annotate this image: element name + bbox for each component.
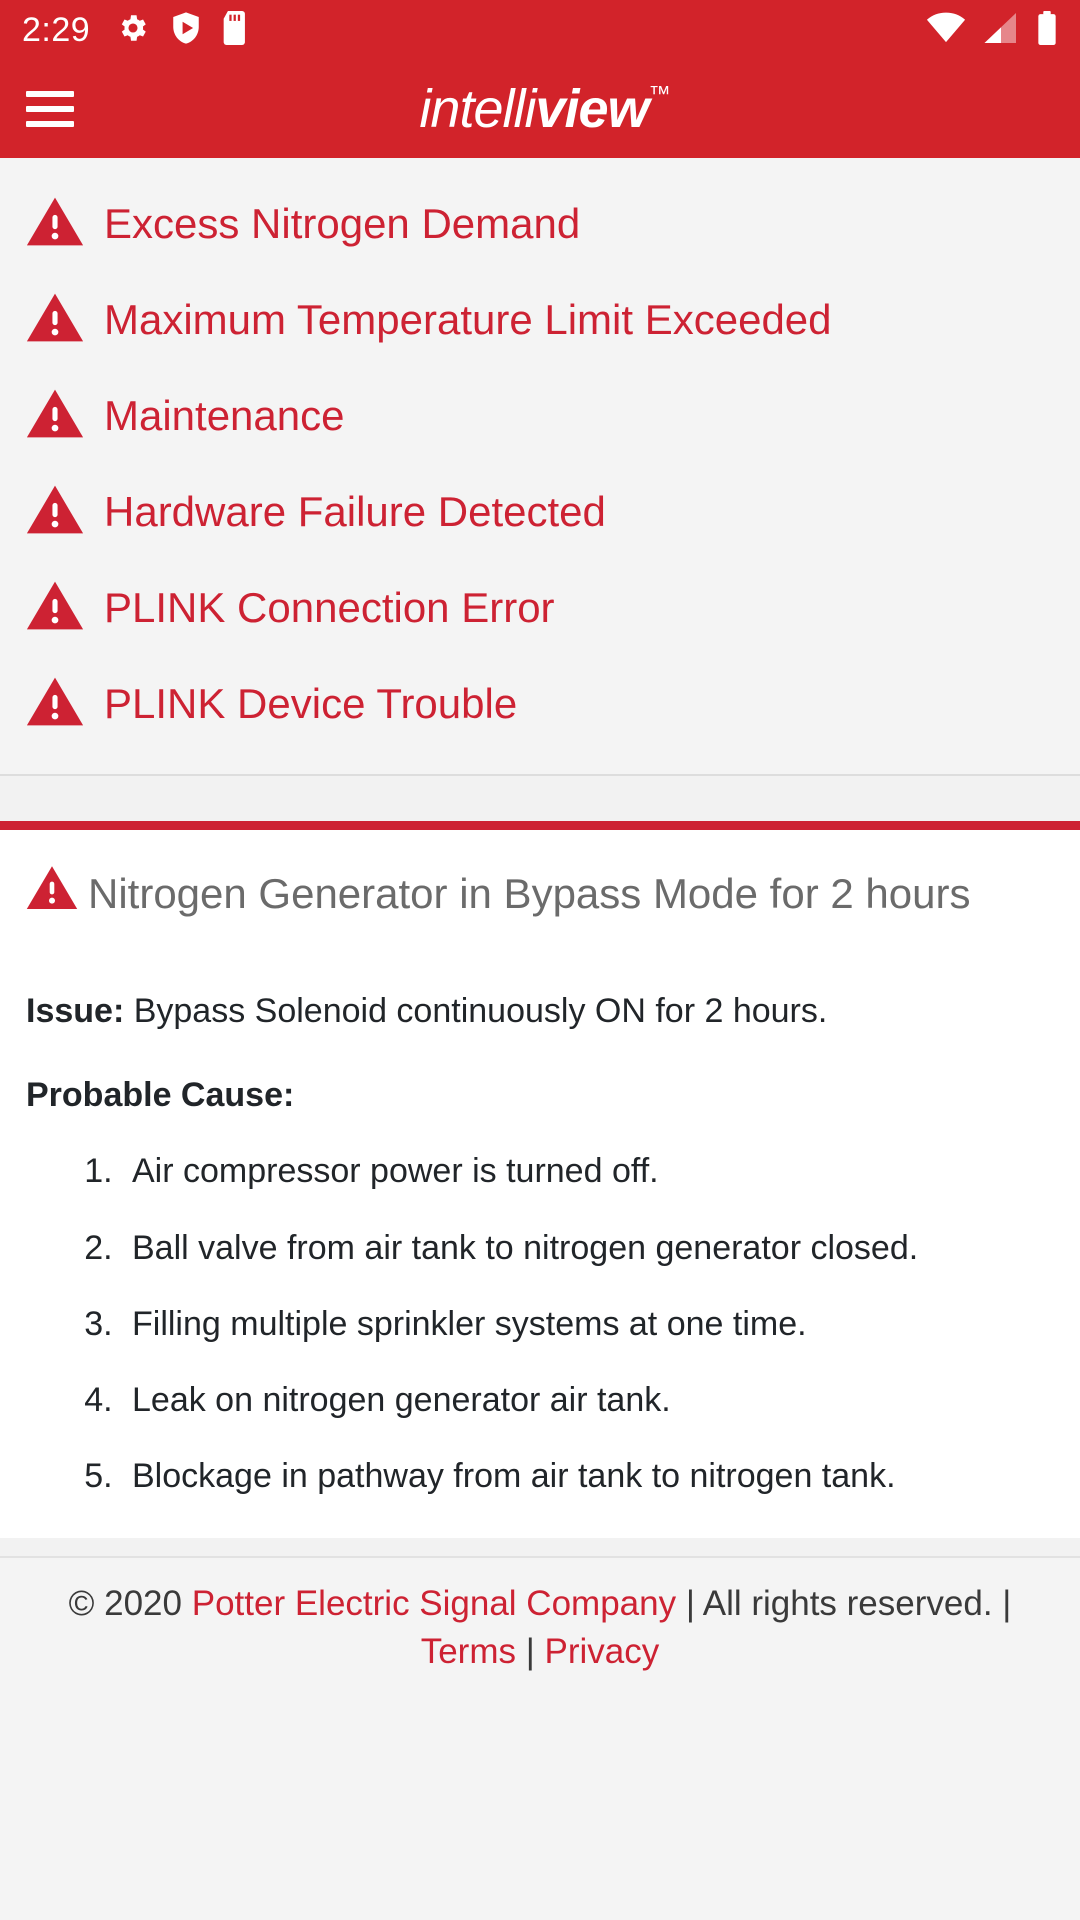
terms-link[interactable]: Terms (421, 1632, 516, 1671)
android-status-bar: 2:29 (0, 0, 1080, 60)
status-right-icons (926, 10, 1058, 50)
probable-cause-list: Air compressor power is turned off. Ball… (26, 1149, 1054, 1498)
issue-line: Issue: Bypass Solenoid continuously ON f… (26, 989, 1054, 1035)
card-bottom-gap (0, 1538, 1080, 1557)
brand-bold-text: view (535, 79, 649, 139)
list-item[interactable]: Excess Nitrogen Demand (0, 176, 1080, 272)
privacy-link[interactable]: Privacy (545, 1632, 660, 1671)
trademark-symbol: ™ (648, 81, 671, 106)
list-item[interactable]: Maximum Temperature Limit Exceeded (0, 272, 1080, 368)
list-item-label: Maintenance (104, 391, 345, 439)
app-bar: intelliview™ (0, 60, 1080, 158)
list-item: Ball valve from air tank to nitrogen gen… (122, 1226, 1054, 1270)
detail-title-row: Nitrogen Generator in Bypass Mode for 2 … (26, 864, 1054, 923)
sd-card-icon (222, 10, 248, 50)
list-item-label: Excess Nitrogen Demand (104, 199, 581, 247)
hamburger-bar-1 (26, 91, 74, 97)
warning-triangle-icon (26, 864, 78, 923)
warning-triangle-icon (26, 195, 84, 254)
warning-triangle-icon (26, 483, 84, 542)
hamburger-menu-icon[interactable] (26, 91, 74, 127)
gear-icon (116, 11, 150, 50)
status-left-icons (116, 10, 248, 50)
list-item[interactable]: PLINK Connection Error (0, 560, 1080, 656)
list-item: Leak on nitrogen generator air tank. (122, 1378, 1054, 1422)
hamburger-bar-2 (26, 106, 74, 112)
alert-detail-card: Nitrogen Generator in Bypass Mode for 2 … (0, 821, 1080, 1539)
warning-triangle-icon (26, 675, 84, 734)
alert-type-list: Excess Nitrogen Demand Maximum Temperatu… (0, 158, 1080, 776)
section-gap (0, 776, 1080, 821)
list-item-label: PLINK Device Trouble (104, 679, 518, 727)
issue-label: Issue: (26, 991, 125, 1030)
company-link[interactable]: Potter Electric Signal Company (192, 1584, 676, 1623)
warning-triangle-icon (26, 387, 84, 446)
issue-text: Bypass Solenoid continuously ON for 2 ho… (124, 991, 828, 1030)
page-title: Nitrogen Generator in Bypass Mode for 2 … (88, 870, 971, 917)
list-item[interactable]: Maintenance (0, 368, 1080, 464)
cellular-signal-icon (983, 12, 1019, 49)
wifi-icon (926, 12, 966, 49)
list-item-label: Maximum Temperature Limit Exceeded (104, 295, 832, 343)
list-item-label: PLINK Connection Error (104, 583, 555, 631)
warning-triangle-icon (26, 579, 84, 638)
battery-icon (1036, 10, 1058, 50)
page-footer: © 2020 Potter Electric Signal Company | … (0, 1556, 1080, 1675)
list-item[interactable]: Hardware Failure Detected (0, 464, 1080, 560)
shield-play-icon (170, 11, 202, 50)
list-item: Blockage in pathway from air tank to nit… (122, 1454, 1054, 1498)
list-item-label: Hardware Failure Detected (104, 487, 606, 535)
footer-separator: | (515, 1631, 545, 1671)
copyright-text: © 2020 (68, 1584, 192, 1624)
list-item: Filling multiple sprinkler systems at on… (122, 1302, 1054, 1346)
probable-cause-label: Probable Cause: (26, 1076, 295, 1115)
brand-thin-text: intelli (419, 79, 536, 139)
app-logo: intelliview™ (0, 82, 1080, 136)
status-clock: 2:29 (22, 11, 91, 49)
list-item[interactable]: PLINK Device Trouble (0, 656, 1080, 752)
warning-triangle-icon (26, 291, 84, 350)
detail-body: Issue: Bypass Solenoid continuously ON f… (26, 989, 1054, 1499)
rights-text: | All rights reserved. | (676, 1584, 1012, 1624)
list-item: Air compressor power is turned off. (122, 1149, 1054, 1193)
hamburger-bar-3 (26, 121, 74, 127)
